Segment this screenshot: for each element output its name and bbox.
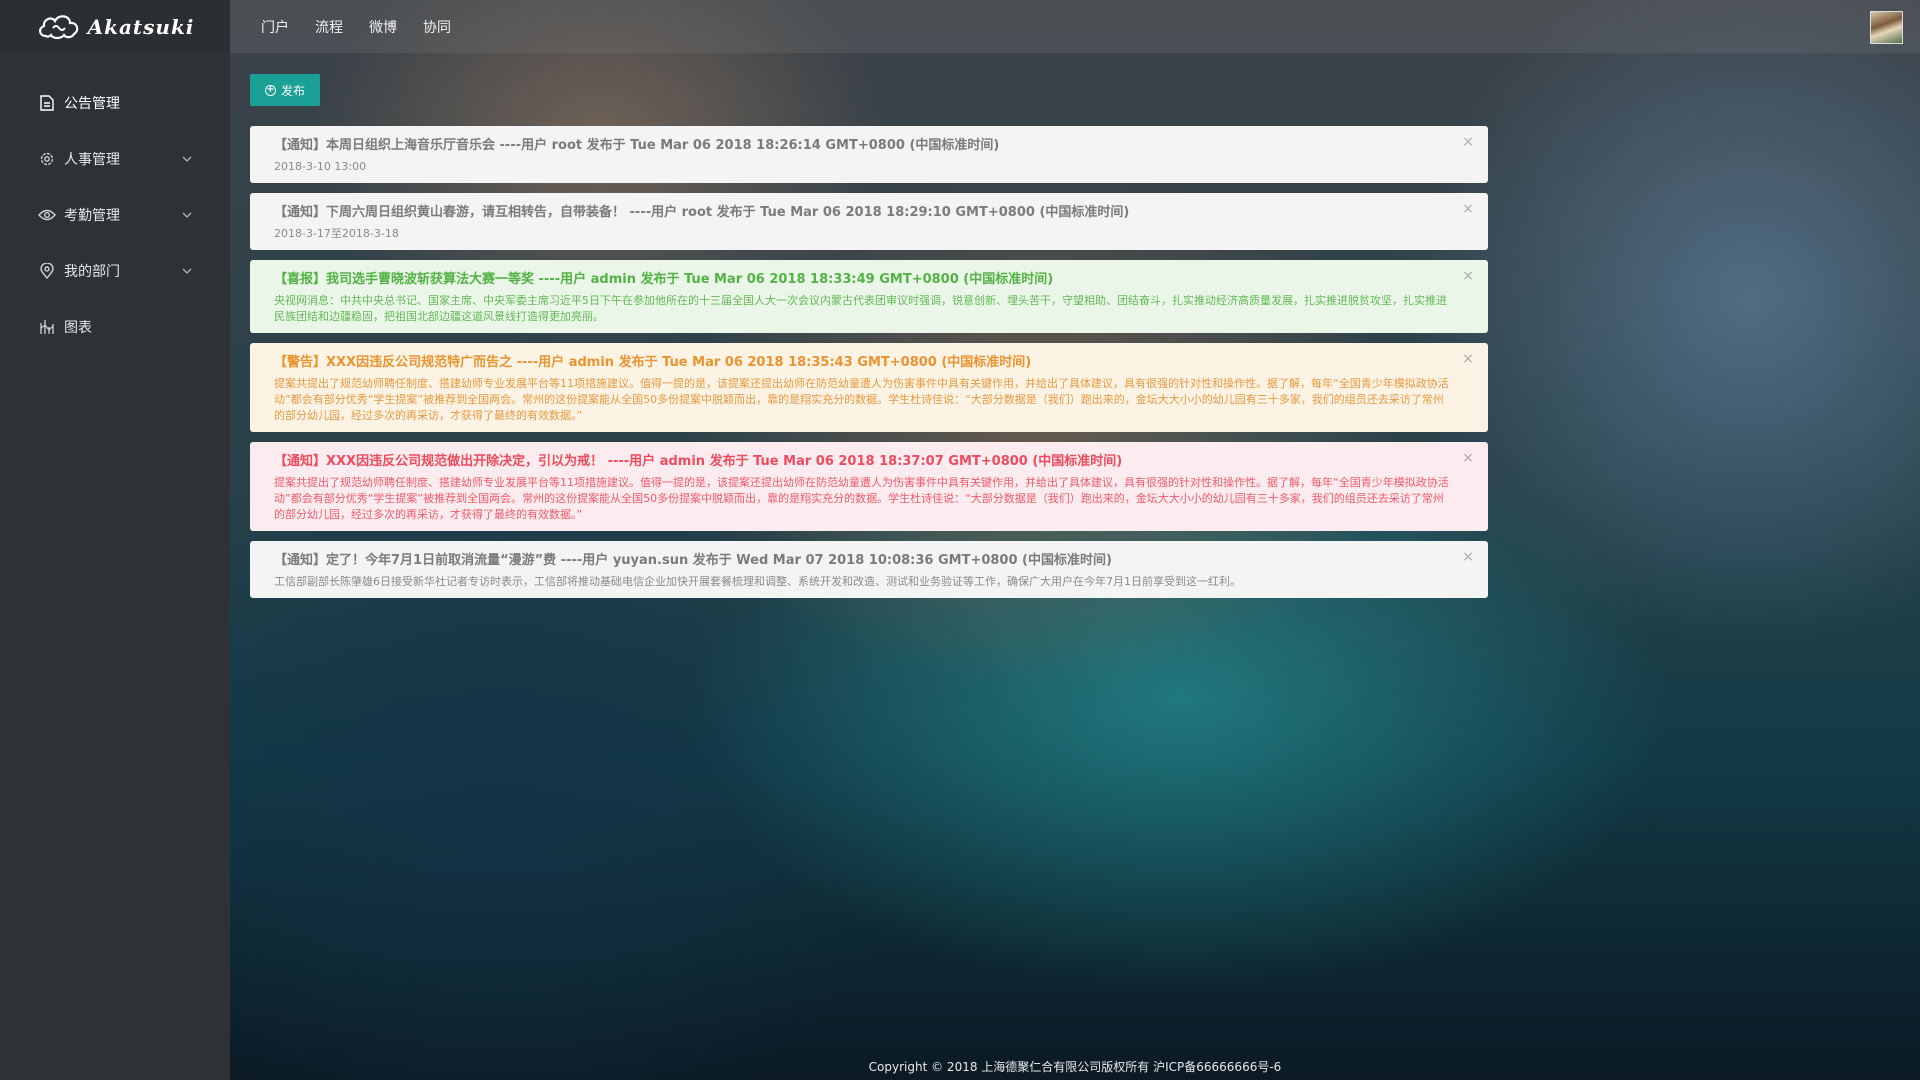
topnav-item-workflow[interactable]: 流程 — [302, 17, 356, 37]
notice-card: 【通知】定了！今年7月1日前取消流量“漫游”费 ----用户 yuyan.sun… — [250, 541, 1488, 598]
close-icon[interactable]: × — [1462, 450, 1474, 466]
publish-button[interactable]: + 发布 — [250, 74, 321, 106]
close-icon[interactable]: × — [1462, 268, 1474, 284]
user-avatar[interactable] — [1870, 11, 1903, 44]
chevron-down-icon[interactable] — [182, 151, 192, 165]
sidebar-item-charts[interactable]: 图表 — [0, 299, 230, 355]
notice-title: 【警告】XXX因违反公司规范特广而告之 ----用户 admin 发布于 Tue… — [274, 355, 1032, 370]
close-icon[interactable]: × — [1462, 134, 1474, 150]
chevron-down-icon[interactable] — [182, 263, 192, 277]
sidebar-nav: 公告管理 人事管理 考勤管理 我的部门 图表 — [0, 53, 230, 355]
eye-icon — [38, 206, 56, 224]
sidebar-item-attendance[interactable]: 考勤管理 — [0, 187, 230, 243]
sidebar-item-department[interactable]: 我的部门 — [0, 243, 230, 299]
notice-card: 【通知】本周日组织上海音乐厅音乐会 ----用户 root 发布于 Tue Ma… — [250, 126, 1488, 183]
top-navbar: 门户 流程 微博 协同 — [230, 0, 1920, 53]
sidebar-item-label: 人事管理 — [64, 152, 120, 168]
logo-text: Akatsuki — [87, 14, 195, 39]
topnav-item-portal[interactable]: 门户 — [248, 17, 302, 37]
logo[interactable]: Akatsuki — [0, 0, 230, 53]
gear-icon — [38, 150, 56, 168]
sidebar-item-label: 图表 — [64, 320, 92, 336]
notice-card: 【通知】下周六周日组织黄山春游，请互相转告，自带装备！ ----用户 root … — [250, 193, 1488, 250]
notice-body: 2018-3-10 13:00 — [274, 160, 367, 173]
notice-title: 【通知】XXX因违反公司规范做出开除决定，引以为戒！ ----用户 admin … — [274, 454, 1123, 469]
close-icon[interactable]: × — [1462, 549, 1474, 565]
notice-title: 【通知】本周日组织上海音乐厅音乐会 ----用户 root 发布于 Tue Ma… — [274, 138, 1000, 153]
close-icon[interactable]: × — [1462, 201, 1474, 217]
chevron-down-icon[interactable] — [182, 207, 192, 221]
sidebar-item-label: 考勤管理 — [64, 208, 120, 224]
location-icon — [38, 262, 56, 280]
sidebar-item-personnel[interactable]: 人事管理 — [0, 131, 230, 187]
notice-title: 【通知】下周六周日组织黄山春游，请互相转告，自带装备！ ----用户 root … — [274, 205, 1130, 220]
copyright-text: Copyright © 2018 上海德聚仁合有限公司版权所有 沪ICP备666… — [868, 1060, 1282, 1074]
notice-body: 央视网消息：中共中央总书记、国家主席、中央军委主席习近平5日下午在参加他所在的十… — [274, 294, 1447, 323]
cloud-logo-icon — [38, 14, 78, 39]
sidebar: Akatsuki 公告管理 人事管理 考勤管理 我的部门 图表 — [0, 0, 230, 1080]
notice-card: 【通知】XXX因违反公司规范做出开除决定，引以为戒！ ----用户 admin … — [250, 442, 1488, 531]
notice-body: 工信部副部长陈肇雄6日接受新华社记者专访时表示，工信部将推动基础电信企业加快开展… — [274, 575, 1241, 588]
sidebar-item-label: 我的部门 — [64, 264, 120, 280]
top-nav: 门户 流程 微博 协同 — [230, 17, 464, 37]
close-icon[interactable]: × — [1462, 351, 1474, 367]
main-content: + 发布 【通知】本周日组织上海音乐厅音乐会 ----用户 root 发布于 T… — [250, 74, 1488, 608]
topnav-item-collaboration[interactable]: 协同 — [410, 17, 464, 37]
document-icon — [38, 94, 56, 112]
notice-title: 【通知】定了！今年7月1日前取消流量“漫游”费 ----用户 yuyan.sun… — [274, 553, 1112, 568]
footer: Copyright © 2018 上海德聚仁合有限公司版权所有 沪ICP备666… — [230, 1058, 1920, 1078]
chart-icon — [38, 318, 56, 336]
plus-circle-icon: + — [265, 84, 276, 96]
notice-body: 2018-3-17至2018-3-18 — [274, 227, 399, 240]
notice-card: 【警告】XXX因违反公司规范特广而告之 ----用户 admin 发布于 Tue… — [250, 343, 1488, 432]
notice-card: 【喜报】我司选手曹晓波斩获算法大赛一等奖 ----用户 admin 发布于 Tu… — [250, 260, 1488, 333]
sidebar-item-label: 公告管理 — [64, 96, 120, 112]
sidebar-item-announcements[interactable]: 公告管理 — [0, 75, 230, 131]
topnav-item-weibo[interactable]: 微博 — [356, 17, 410, 37]
notice-body: 提案共提出了规范幼师聘任制度、搭建幼师专业发展平台等11项措施建议。值得一提的是… — [274, 476, 1449, 521]
publish-button-label: 发布 — [281, 83, 306, 98]
notice-body: 提案共提出了规范幼师聘任制度、搭建幼师专业发展平台等11项措施建议。值得一提的是… — [274, 377, 1449, 422]
notice-title: 【喜报】我司选手曹晓波斩获算法大赛一等奖 ----用户 admin 发布于 Tu… — [274, 272, 1054, 287]
